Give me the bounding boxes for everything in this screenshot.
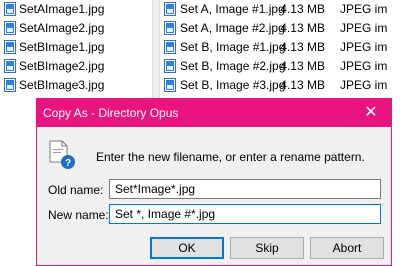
close-icon[interactable]: ✕	[351, 99, 391, 127]
jpeg-file-icon	[4, 78, 16, 92]
file-name: Set A, Image #1.jpg	[180, 2, 285, 16]
jpeg-file-icon	[164, 2, 176, 16]
file-type: JPEG im	[340, 2, 388, 16]
old-name-label: Old name:	[48, 183, 104, 197]
file-name: SetBImage1.jpg	[19, 40, 105, 54]
list-item[interactable]: SetBImage1.jpg	[0, 38, 152, 56]
list-item[interactable]: SetAImage1.jpg	[0, 0, 152, 18]
document-question-icon: ?	[49, 140, 75, 169]
file-name: SetAImage2.jpg	[19, 21, 105, 35]
skip-button[interactable]: Skip	[230, 237, 304, 259]
file-name: SetBImage2.jpg	[19, 59, 105, 73]
instruction-text: Enter the new filename, or enter a renam…	[96, 150, 365, 164]
file-size: 4.13 MB	[280, 21, 325, 35]
list-item[interactable]: Set B, Image #3.jpg 4.13 MB JPEG im	[160, 76, 404, 94]
list-item[interactable]: Set B, Image #2.jpg 4.13 MB JPEG im	[160, 57, 404, 75]
list-item[interactable]: SetBImage2.jpg	[0, 57, 152, 75]
file-name: Set B, Image #1.jpg	[180, 40, 286, 54]
list-item[interactable]: Set A, Image #2.jpg 4.13 MB JPEG im	[160, 19, 404, 37]
jpeg-file-icon	[4, 40, 16, 54]
file-type: JPEG im	[340, 21, 388, 35]
new-name-field[interactable]: Set *, Image #*.jpg	[109, 204, 381, 224]
dialog-titlebar[interactable]: Copy As - Directory Opus ✕	[37, 99, 391, 127]
new-name-label: New name:	[48, 208, 109, 222]
right-file-list[interactable]: Set A, Image #1.jpg 4.13 MB JPEG im Set …	[160, 0, 404, 98]
dialog-content: ? Enter the new filename, or enter a ren…	[37, 127, 391, 265]
old-name-field[interactable]: Set*Image*.jpg	[109, 179, 381, 199]
dialog-title: Copy As - Directory Opus	[43, 106, 179, 120]
file-name: Set A, Image #2.jpg	[180, 21, 285, 35]
file-size: 4.13 MB	[280, 2, 325, 16]
ok-button[interactable]: OK	[150, 237, 224, 259]
list-item[interactable]: SetBImage3.jpg	[0, 76, 152, 94]
jpeg-file-icon	[164, 78, 176, 92]
file-size: 4.13 MB	[280, 78, 325, 92]
jpeg-file-icon	[164, 59, 176, 73]
file-type: JPEG im	[340, 78, 388, 92]
jpeg-file-icon	[164, 21, 176, 35]
copy-as-dialog: Copy As - Directory Opus ✕ ? Enter the n…	[36, 98, 392, 266]
file-name: Set B, Image #3.jpg	[180, 78, 286, 92]
jpeg-file-icon	[164, 40, 176, 54]
list-item[interactable]: SetAImage2.jpg	[0, 19, 152, 37]
jpeg-file-icon	[4, 59, 16, 73]
list-item[interactable]: Set B, Image #1.jpg 4.13 MB JPEG im	[160, 38, 404, 56]
left-file-list[interactable]: SetAImage1.jpg SetAImage2.jpg SetBImage1…	[0, 0, 152, 98]
file-name: SetAImage1.jpg	[19, 2, 105, 16]
file-name: SetBImage3.jpg	[19, 78, 105, 92]
abort-button[interactable]: Abort	[310, 237, 384, 259]
file-name: Set B, Image #2.jpg	[180, 59, 286, 73]
jpeg-file-icon	[4, 21, 16, 35]
pane-splitter[interactable]	[152, 0, 160, 98]
svg-text:?: ?	[65, 158, 71, 169]
file-size: 4.13 MB	[280, 59, 325, 73]
list-item[interactable]: Set A, Image #1.jpg 4.13 MB JPEG im	[160, 0, 404, 18]
file-size: 4.13 MB	[280, 40, 325, 54]
file-type: JPEG im	[340, 59, 388, 73]
jpeg-file-icon	[4, 2, 16, 16]
file-type: JPEG im	[340, 40, 388, 54]
